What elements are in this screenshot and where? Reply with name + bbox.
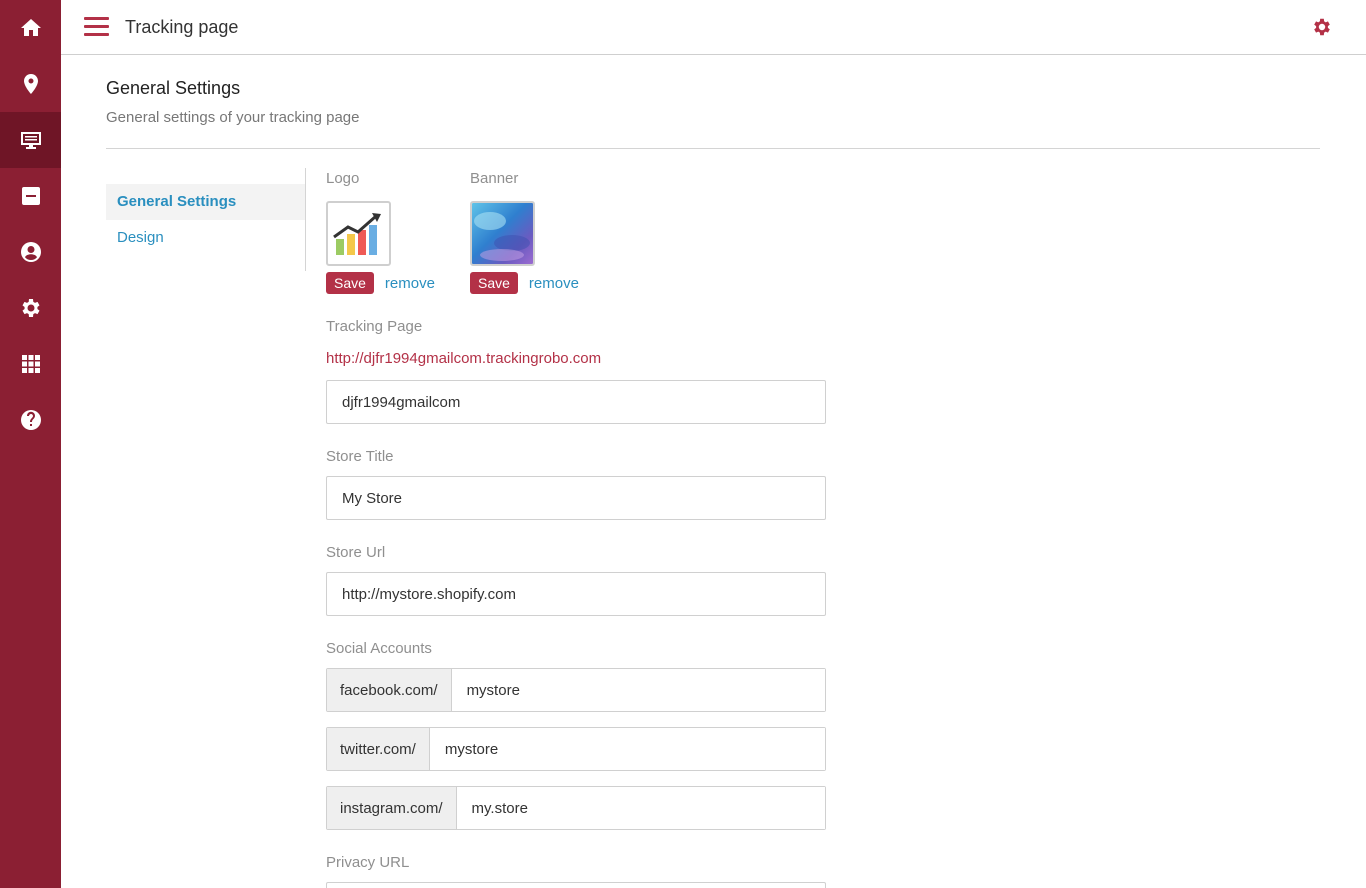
gear-icon — [22, 299, 39, 317]
banner-remove-link[interactable]: remove — [529, 275, 579, 292]
sidebar — [0, 0, 61, 888]
subnav-general-settings[interactable]: General Settings — [106, 184, 305, 220]
logo-remove-link[interactable]: remove — [385, 275, 435, 292]
store-title-input[interactable] — [326, 476, 826, 520]
banner-label: Banner — [470, 170, 519, 187]
privacy-url-input[interactable] — [326, 882, 826, 888]
location-pin-icon — [23, 74, 38, 94]
facebook-prefix: facebook.com/ — [327, 669, 452, 711]
tracking-page-label: Tracking Page — [326, 318, 423, 335]
grid-icon — [21, 355, 40, 373]
logo-save-button[interactable]: Save — [326, 272, 374, 294]
banner-thumbnail[interactable] — [470, 201, 535, 266]
divider — [106, 148, 1320, 149]
facebook-input-group: facebook.com/ — [326, 668, 826, 712]
minus-box-icon — [21, 187, 40, 205]
instagram-input-group: instagram.com/ — [326, 786, 826, 830]
watercolor-banner-image — [472, 203, 533, 264]
logo-thumbnail[interactable] — [326, 201, 391, 266]
hamburger-menu-icon[interactable] — [84, 17, 109, 37]
home-icon — [20, 19, 41, 36]
sidebar-item-home[interactable] — [0, 0, 61, 56]
logo-block: Logo Save remove — [326, 170, 435, 294]
sidebar-item-minus[interactable] — [0, 168, 61, 224]
social-accounts-label: Social Accounts — [326, 640, 432, 657]
facebook-input[interactable] — [451, 669, 825, 711]
subnav-design[interactable]: Design — [106, 220, 305, 256]
sidebar-item-tracking-page[interactable] — [0, 112, 61, 168]
help-icon — [20, 410, 41, 430]
header-settings-icon[interactable] — [1311, 16, 1333, 38]
instagram-input[interactable] — [456, 787, 825, 829]
sidebar-item-location[interactable] — [0, 56, 61, 112]
sidebar-item-account[interactable] — [0, 224, 61, 280]
chart-logo-image — [333, 213, 381, 255]
banner-save-button[interactable]: Save — [470, 272, 518, 294]
store-title-label: Store Title — [326, 448, 394, 465]
logo-label: Logo — [326, 170, 360, 187]
tracking-page-url-link[interactable]: http://djfr1994gmailcom.trackingrobo.com — [326, 350, 601, 367]
store-url-label: Store Url — [326, 544, 386, 561]
twitter-input-group: twitter.com/ — [326, 727, 826, 771]
sidebar-item-apps[interactable] — [0, 336, 61, 392]
instagram-prefix: instagram.com/ — [327, 787, 457, 829]
privacy-url-label: Privacy URL — [326, 854, 410, 871]
twitter-prefix: twitter.com/ — [327, 728, 430, 770]
settings-subnav: General Settings Design — [106, 168, 306, 271]
section-subtitle: General settings of your tracking page — [106, 109, 360, 126]
monitor-icon — [20, 132, 41, 149]
user-icon — [20, 242, 41, 262]
banner-block: Banner Save remove — [470, 170, 579, 294]
section-title: General Settings — [106, 78, 241, 98]
store-url-input[interactable] — [326, 572, 826, 616]
twitter-input[interactable] — [429, 728, 825, 770]
page-header-title: Tracking page — [125, 17, 239, 37]
sidebar-item-settings[interactable] — [0, 280, 61, 336]
top-header: Tracking page — [61, 0, 1366, 55]
tracking-page-subdomain-input[interactable] — [326, 380, 826, 424]
sidebar-item-help[interactable] — [0, 392, 61, 448]
